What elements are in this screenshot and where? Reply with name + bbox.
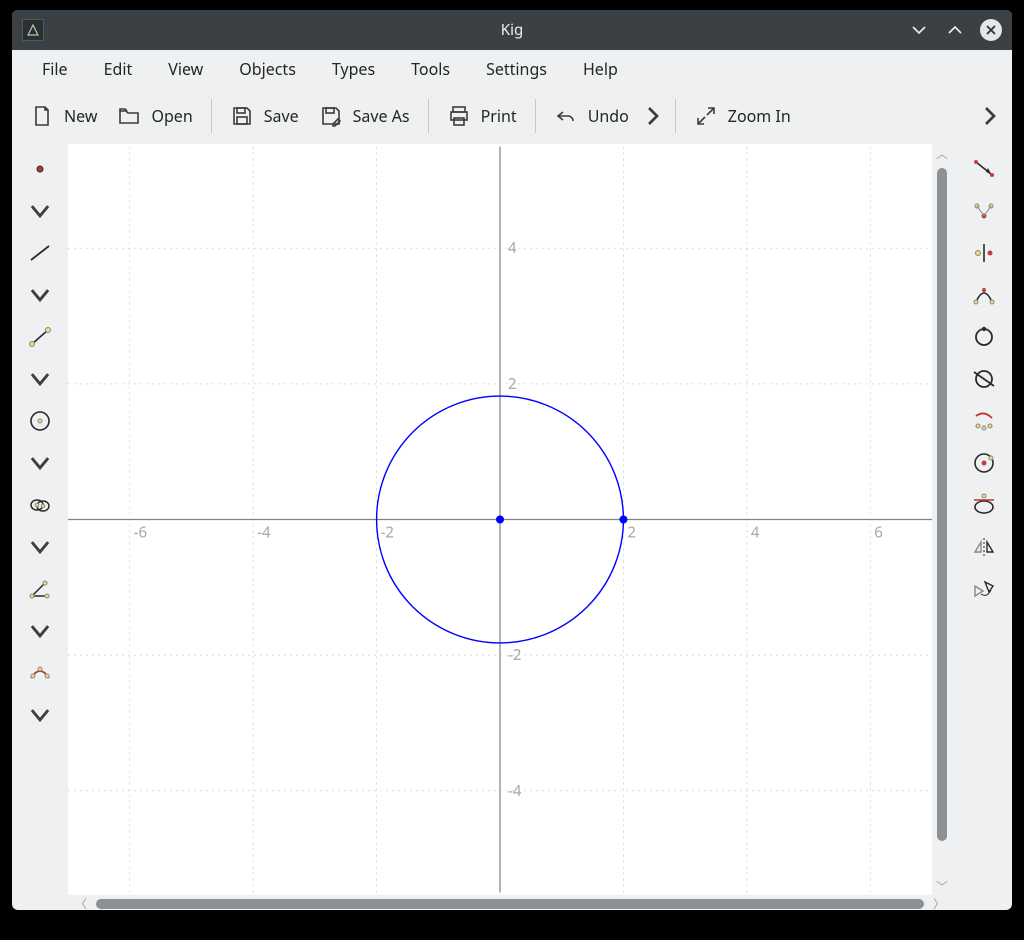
circle-tool-menu[interactable] xyxy=(20,444,60,482)
svg-text:-2: -2 xyxy=(508,645,521,665)
toolbar-separator xyxy=(428,99,429,133)
menu-settings[interactable]: Settings xyxy=(468,52,565,86)
save-as-button[interactable]: Save As xyxy=(309,98,420,134)
open-button[interactable]: Open xyxy=(107,98,202,134)
menu-help[interactable]: Help xyxy=(565,52,636,86)
scroll-right-icon[interactable]: 〉 xyxy=(930,895,948,910)
maximize-button[interactable] xyxy=(944,19,966,41)
scroll-left-icon[interactable]: 〈 xyxy=(72,895,90,910)
right-toolbar xyxy=(956,144,1012,910)
svg-text:6: 6 xyxy=(874,523,883,543)
new-button[interactable]: New xyxy=(20,98,107,134)
conic-tool[interactable] xyxy=(20,486,60,524)
print-button[interactable]: Print xyxy=(437,98,527,134)
menu-tools[interactable]: Tools xyxy=(393,52,468,86)
menu-view[interactable]: View xyxy=(150,52,221,86)
segment-tool[interactable] xyxy=(20,318,60,356)
midpoint-tool[interactable] xyxy=(964,234,1004,272)
svg-text:-4: -4 xyxy=(257,523,271,543)
menu-file[interactable]: File xyxy=(24,52,86,86)
svg-text:-6: -6 xyxy=(134,523,147,543)
scroll-up-icon[interactable]: ︿ xyxy=(936,144,948,162)
menubar: File Edit View Objects Types Tools Setti… xyxy=(12,50,1012,88)
geometry-canvas[interactable]: -6 -4 -2 2 4 6 -4 -2 2 4 xyxy=(68,144,932,895)
menu-objects[interactable]: Objects xyxy=(221,52,314,86)
undo-icon xyxy=(554,104,578,128)
save-as-icon xyxy=(319,104,343,128)
save-button[interactable]: Save xyxy=(220,98,309,134)
zoom-in-button[interactable]: Zoom In xyxy=(684,98,801,134)
svg-text:4: 4 xyxy=(751,523,760,543)
undo-button[interactable]: Undo xyxy=(544,98,639,134)
conic-tool-menu[interactable] xyxy=(20,528,60,566)
line-tool[interactable] xyxy=(20,234,60,272)
toolbar-separator xyxy=(675,99,676,133)
titlebar: Kig xyxy=(12,10,1012,50)
canvas-area: -6 -4 -2 2 4 6 -4 -2 2 4 ︿ ﹀ 〈 〉 xyxy=(68,144,956,910)
toolbar-overflow-2[interactable] xyxy=(976,104,1004,128)
folder-open-icon xyxy=(117,104,141,128)
locus-tool[interactable] xyxy=(964,402,1004,440)
reflection-tool[interactable] xyxy=(964,528,1004,566)
rotation-tool[interactable] xyxy=(964,570,1004,608)
svg-text:4: 4 xyxy=(508,238,517,258)
svg-text:2: 2 xyxy=(627,523,636,543)
app-icon xyxy=(22,19,44,41)
toolbar-separator xyxy=(535,99,536,133)
circle-by-3-tool[interactable] xyxy=(964,318,1004,356)
new-document-icon xyxy=(30,104,54,128)
scroll-down-icon[interactable]: ﹀ xyxy=(936,877,948,895)
canvas-svg: -6 -4 -2 2 4 6 -4 -2 2 4 xyxy=(68,144,932,895)
close-button[interactable] xyxy=(980,19,1002,41)
main-toolbar: New Open Save Save As Print Undo xyxy=(12,88,1012,144)
angle-tool-menu[interactable] xyxy=(20,612,60,650)
vector-tool[interactable] xyxy=(964,150,1004,188)
vertical-scrollbar[interactable]: ︿ ﹀ xyxy=(932,144,952,895)
arc-by-points-tool[interactable] xyxy=(964,276,1004,314)
svg-text:-4: -4 xyxy=(508,781,522,801)
toolbar-separator xyxy=(211,99,212,133)
left-toolbar xyxy=(12,144,68,910)
window-title: Kig xyxy=(12,20,1012,40)
window-controls xyxy=(908,19,1002,41)
point-tool-menu[interactable] xyxy=(20,192,60,230)
concentric-circle-tool[interactable] xyxy=(964,444,1004,482)
arc-tool[interactable] xyxy=(20,654,60,692)
angle-tool[interactable] xyxy=(20,570,60,608)
polar-line-tool[interactable] xyxy=(964,486,1004,524)
toolbar-overflow-1[interactable] xyxy=(639,104,667,128)
horizontal-scrollbar[interactable]: 〈 〉 xyxy=(68,895,952,910)
svg-text:-2: -2 xyxy=(381,523,394,543)
point-tool[interactable] xyxy=(20,150,60,188)
save-icon xyxy=(230,104,254,128)
app-window: Kig File Edit View Objects Types Tools S… xyxy=(12,10,1012,910)
arc-tool-menu[interactable] xyxy=(20,696,60,734)
zoom-in-icon xyxy=(694,104,718,128)
svg-text:2: 2 xyxy=(508,374,517,394)
tangent-tool[interactable] xyxy=(964,360,1004,398)
segment-tool-menu[interactable] xyxy=(20,360,60,398)
workspace: -6 -4 -2 2 4 6 -4 -2 2 4 ︿ ﹀ 〈 〉 xyxy=(12,144,1012,910)
intersection-tool[interactable] xyxy=(964,192,1004,230)
minimize-button[interactable] xyxy=(908,19,930,41)
circle-tool[interactable] xyxy=(20,402,60,440)
menu-edit[interactable]: Edit xyxy=(86,52,151,86)
line-tool-menu[interactable] xyxy=(20,276,60,314)
menu-types[interactable]: Types xyxy=(314,52,393,86)
print-icon xyxy=(447,104,471,128)
